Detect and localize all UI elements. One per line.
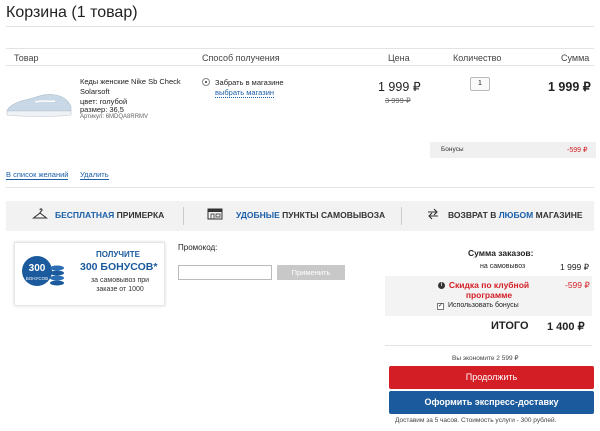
- product-name[interactable]: Кеды женские Nike Sb Check Solarsoft: [80, 77, 190, 97]
- feature-return-end: МАГАЗИНЕ: [535, 210, 583, 220]
- apply-promocode-button[interactable]: Применить: [277, 265, 345, 280]
- feature-return: ВОЗВРАТ В ЛЮБОМ МАГАЗИНЕ: [448, 210, 583, 220]
- feature-return-hl: ЛЮБОМ: [498, 210, 534, 220]
- promo-amount: 300 БОНУСОВ*: [80, 261, 158, 273]
- header-sum: Сумма: [561, 53, 590, 63]
- product-article: Артикул: 6MDQA8RRMV: [80, 114, 149, 120]
- coins-icon: [50, 265, 64, 286]
- page-title: Корзина (1 товар): [6, 4, 138, 21]
- club-discount-value: -599 ₽: [565, 280, 590, 290]
- feature-fitting: БЕСПЛАТНАЯ ПРИМЕРКА: [55, 210, 164, 220]
- return-arrows-icon: [428, 208, 438, 220]
- header-price: Цена: [388, 53, 410, 63]
- wishlist-link[interactable]: В список желаний: [6, 170, 69, 180]
- summary-divider: [385, 345, 592, 346]
- item-sum: 1 999 ₽: [548, 80, 591, 94]
- actions-divider: [6, 187, 594, 188]
- header-divider-top: [6, 48, 594, 49]
- summary-title: Сумма заказов:: [468, 248, 534, 258]
- promo-text: за самовывоз при заказе от 1000: [90, 277, 150, 293]
- promocode-label: Промокод:: [178, 243, 218, 252]
- choose-store-link[interactable]: выбрать магазин: [215, 88, 275, 98]
- pickup-radio[interactable]: [202, 78, 210, 86]
- use-bonus-checkbox[interactable]: ✓: [437, 303, 444, 310]
- header-product: Товар: [14, 53, 39, 63]
- promocode-input[interactable]: [178, 265, 272, 280]
- quantity-input[interactable]: 1: [470, 77, 490, 91]
- bonus-value: -599 ₽: [567, 147, 588, 154]
- feature-pickup-hl: УДОБНЫЕ: [236, 210, 280, 220]
- delete-link[interactable]: Удалить: [80, 170, 109, 180]
- express-delivery-button[interactable]: Оформить экспресс-доставку: [389, 391, 594, 414]
- info-icon[interactable]: i: [438, 282, 445, 289]
- header-delivery: Способ получения: [202, 53, 280, 63]
- pickup-option-label[interactable]: Забрать в магазине: [215, 78, 284, 87]
- feature-fitting-hl: БЕСПЛАТНАЯ: [55, 210, 115, 220]
- feature-separator-1: [183, 207, 184, 225]
- feature-return-text: ВОЗВРАТ В: [448, 210, 497, 220]
- hanger-icon: [32, 208, 48, 219]
- delivery-note: Доставим за 5 часов. Стоимость услуги - …: [395, 417, 557, 424]
- club-discount-label: Скидка по клубной программе: [448, 280, 530, 300]
- item-price: 1 999 ₽: [378, 80, 421, 94]
- savings-text: Вы экономите 2 599 ₽: [452, 355, 519, 362]
- header-divider-bottom: [6, 65, 594, 66]
- title-divider: [6, 26, 594, 27]
- feature-fitting-text: ПРИМЕРКА: [116, 210, 165, 220]
- product-image[interactable]: [5, 89, 73, 119]
- continue-button[interactable]: Продолжить: [389, 366, 594, 389]
- total-value: 1 400 ₽: [547, 321, 585, 333]
- item-old-price: 3 999 ₽: [385, 96, 411, 105]
- total-label: ИТОГО: [491, 320, 529, 332]
- header-quantity: Количество: [453, 53, 502, 63]
- product-size: размер: 36,5: [80, 105, 124, 114]
- feature-pickup: УДОБНЫЕ ПУНКТЫ САМОВЫВОЗА: [236, 210, 385, 220]
- bonus-label: Бонусы: [441, 146, 464, 153]
- store-icon: [207, 208, 223, 220]
- feature-pickup-text: ПУНКТЫ САМОВЫВОЗА: [282, 210, 386, 220]
- use-bonus-label[interactable]: Использовать бонусы: [448, 302, 519, 309]
- summary-pickup-value: 1 999 ₽: [560, 262, 590, 272]
- feature-separator-2: [401, 207, 402, 225]
- summary-pickup-label: на самовывоз: [480, 263, 526, 270]
- promo-heading: ПОЛУЧИТЕ: [96, 250, 140, 259]
